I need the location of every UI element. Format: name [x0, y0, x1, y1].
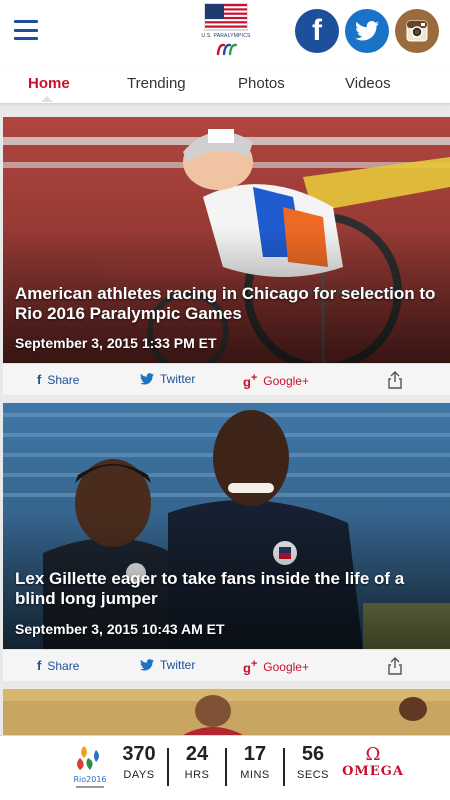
- days-label: DAYS: [123, 769, 155, 781]
- google-plus-icon: g+: [243, 658, 258, 676]
- secs-label: SECS: [297, 769, 329, 781]
- article-image[interactable]: Lex Gillette eager to take fans inside t…: [3, 403, 450, 649]
- share-export-icon[interactable]: [388, 657, 402, 675]
- share-export-icon[interactable]: [388, 371, 402, 389]
- article-date: September 3, 2015 1:33 PM ET: [15, 335, 217, 351]
- omega-logo: Ω OMEGA: [340, 744, 406, 780]
- mins-value: 17: [243, 743, 267, 765]
- article-title[interactable]: American athletes racing in Chicago for …: [15, 284, 444, 324]
- countdown-bar: Rio2016 370 DAYS 24 HRS 17 MINS 56 SECS …: [0, 735, 450, 800]
- countdown-mins: 17 MINS: [230, 743, 280, 781]
- article-title[interactable]: Lex Gillette eager to take fans inside t…: [15, 569, 444, 609]
- omega-icon: Ω: [365, 744, 381, 765]
- facebook-icon: f: [37, 372, 42, 387]
- agitos-icon: [216, 43, 237, 56]
- share-bar: f Share Twitter g+ Google+: [3, 363, 450, 395]
- tab-bar: Home Trending Photos Videos: [0, 66, 450, 104]
- facebook-share-button[interactable]: f Share: [37, 658, 79, 673]
- countdown-days: 370 DAYS: [114, 743, 164, 781]
- separator: [283, 748, 285, 786]
- share-bar: f Share Twitter g+ Google+: [3, 649, 450, 681]
- mins-label: MINS: [240, 769, 270, 781]
- omega-wordmark: OMEGA: [342, 764, 404, 779]
- facebook-icon: f: [37, 658, 42, 673]
- rio-text: Rio2016: [73, 775, 106, 784]
- separator: [167, 748, 169, 786]
- tab-home[interactable]: Home: [28, 75, 70, 92]
- google-plus-share-button[interactable]: g+ Google+: [243, 372, 309, 389]
- us-flag-icon: [204, 3, 248, 31]
- article-card[interactable]: Lex Gillette eager to take fans inside t…: [3, 403, 450, 681]
- tab-trending[interactable]: Trending: [127, 75, 186, 92]
- twitter-share-button[interactable]: Twitter: [140, 658, 195, 672]
- tab-photos[interactable]: Photos: [238, 75, 285, 92]
- twitter-icon: [140, 659, 154, 671]
- rio-2016-logo: Rio2016: [73, 746, 107, 788]
- article-card[interactable]: [3, 689, 450, 735]
- article-image[interactable]: American athletes racing in Chicago for …: [3, 117, 450, 363]
- countdown-hrs: 24 HRS: [172, 743, 222, 781]
- facebook-share-button[interactable]: f Share: [37, 372, 79, 387]
- hrs-value: 24: [185, 743, 209, 765]
- days-value: 370: [122, 743, 156, 765]
- facebook-icon[interactable]: f: [295, 9, 339, 53]
- twitter-icon[interactable]: [345, 9, 389, 53]
- twitter-share-button[interactable]: Twitter: [140, 372, 195, 386]
- app-header: U.S. PARALYMPICS f: [0, 0, 450, 66]
- countdown-secs: 56 SECS: [288, 743, 338, 781]
- instagram-icon[interactable]: [395, 9, 439, 53]
- article-image[interactable]: [3, 689, 450, 735]
- google-plus-icon: g+: [243, 372, 258, 390]
- twitter-icon: [140, 373, 154, 385]
- tab-videos[interactable]: Videos: [345, 75, 391, 92]
- article-date: September 3, 2015 10:43 AM ET: [15, 621, 225, 637]
- menu-icon[interactable]: [14, 20, 38, 40]
- google-plus-share-button[interactable]: g+ Google+: [243, 658, 309, 675]
- logo-text: U.S. PARALYMPICS: [201, 33, 251, 39]
- hrs-label: HRS: [184, 769, 210, 781]
- active-tab-indicator: [41, 96, 53, 102]
- article-card[interactable]: American athletes racing in Chicago for …: [3, 117, 450, 395]
- separator: [225, 748, 227, 786]
- us-paralympics-logo[interactable]: U.S. PARALYMPICS: [200, 3, 252, 63]
- secs-value: 56: [301, 743, 325, 765]
